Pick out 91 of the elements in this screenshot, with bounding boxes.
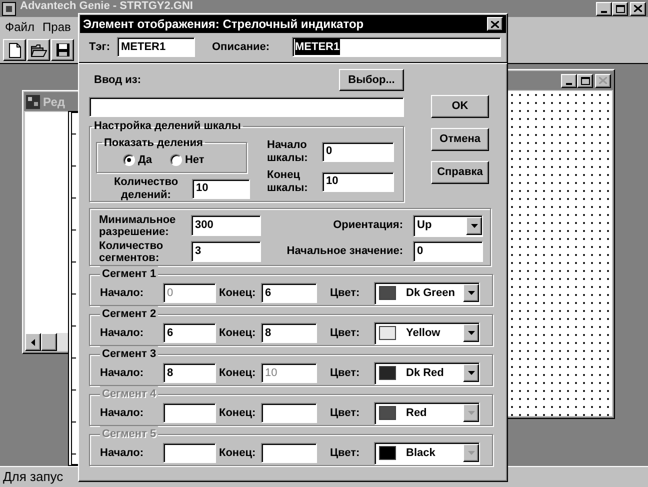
text-field[interactable]: 6 <box>261 283 317 303</box>
maximize-icon <box>580 76 590 84</box>
dropdown-arrow-icon <box>468 411 474 415</box>
field-label: Количество делений: <box>112 176 180 202</box>
text-field[interactable]: METER1 <box>292 37 501 57</box>
scroll-left-button[interactable] <box>25 333 41 351</box>
minimize-button[interactable] <box>561 74 577 88</box>
left-arrow-icon <box>31 338 35 346</box>
text-field[interactable]: 8 <box>261 323 317 343</box>
field-label: Начало шкалы: <box>267 138 309 164</box>
radio-button[interactable]: Да <box>123 152 152 168</box>
toolbar-button[interactable] <box>27 39 50 61</box>
text-field[interactable]: 8 <box>163 363 216 383</box>
field-label: Ориентация: <box>332 218 404 234</box>
status-text: Для запус <box>3 468 64 486</box>
radio-indicator[interactable] <box>123 154 135 166</box>
field-label: Начало: <box>100 406 145 421</box>
field-label: Количество сегментов: <box>99 240 164 264</box>
text-field[interactable]: 10 <box>322 172 394 192</box>
field-label: Начало: <box>100 446 145 461</box>
field-label: Начальное значение: <box>286 244 404 260</box>
field-label: Минимальное разрешение: <box>99 214 177 238</box>
text-field[interactable]: 0 <box>413 241 483 262</box>
dropdown-arrow-icon <box>468 371 474 375</box>
menu-item[interactable]: Файл <box>5 18 35 36</box>
text-field[interactable] <box>261 403 317 423</box>
toolbar-button[interactable] <box>51 39 74 61</box>
dialog-button[interactable]: Справка <box>431 161 489 184</box>
maximize-icon <box>616 4 624 12</box>
field-label: Ввод из: <box>94 72 142 88</box>
text-field[interactable]: 300 <box>191 215 261 236</box>
window-title: Ред <box>43 94 65 110</box>
dropdown-arrow-icon <box>468 291 474 295</box>
radio-button[interactable]: Нет <box>170 152 204 168</box>
field-label: Цвет: <box>330 366 361 381</box>
dropdown-arrow-icon <box>468 331 474 335</box>
minimize-button[interactable] <box>596 2 612 16</box>
close-icon <box>634 5 642 12</box>
dialog-button[interactable]: OK <box>431 95 489 118</box>
field-label: Конец: <box>218 446 257 461</box>
close-button[interactable] <box>630 2 646 16</box>
minimize-icon <box>566 82 572 84</box>
field-label: Конец: <box>218 406 257 421</box>
app-icon <box>26 94 40 108</box>
new-file-icon <box>8 42 20 58</box>
text-field[interactable]: 10 <box>192 178 250 198</box>
group-title: Показать деления <box>103 136 204 150</box>
color-dropdown[interactable]: Dk Green <box>374 282 480 304</box>
field-label: Конец: <box>218 286 257 301</box>
field-label: Описание: <box>212 40 271 55</box>
radio-indicator[interactable] <box>170 154 182 166</box>
text-field[interactable]: 3 <box>191 241 261 262</box>
menu-item[interactable]: Прав <box>42 18 71 36</box>
field-label: Конец: <box>218 326 257 341</box>
field-label: Тэг: <box>89 40 112 55</box>
dropdown-arrow-icon <box>468 451 474 455</box>
text-field[interactable] <box>261 443 317 463</box>
field-label: Цвет: <box>330 326 361 341</box>
browse-button[interactable]: Выбор... <box>339 69 404 91</box>
field-label: Цвет: <box>330 406 361 421</box>
group-title: Настройка делений шкалы <box>93 119 242 134</box>
input-field[interactable] <box>89 97 404 117</box>
scroll-thumb[interactable] <box>41 333 57 351</box>
field-label: Начало: <box>100 366 145 381</box>
color-dropdown[interactable]: Dk Red <box>374 362 480 384</box>
dialog-button[interactable]: Отмена <box>431 128 489 151</box>
folder-icon <box>30 44 46 56</box>
color-dropdown[interactable]: Yellow <box>374 322 480 344</box>
maximize-button[interactable] <box>577 74 593 88</box>
close-button[interactable] <box>595 74 611 88</box>
text-field[interactable]: 6 <box>163 323 216 343</box>
field-label: Конец шкалы: <box>267 168 309 194</box>
window-title: Advantech Genie - STRTGY2.GNI <box>20 0 193 12</box>
toolbar-button[interactable] <box>3 39 26 61</box>
app-icon <box>2 2 16 16</box>
field-label: Цвет: <box>330 286 361 301</box>
field-label: Цвет: <box>330 446 361 461</box>
text-field[interactable]: METER1 <box>117 37 195 57</box>
dialog-title: Элемент отображения: Стрелочный индикатор <box>83 16 364 33</box>
close-icon <box>491 20 499 28</box>
field-label: Конец: <box>218 366 257 381</box>
maximize-button[interactable] <box>612 2 628 16</box>
minimize-icon <box>601 10 607 12</box>
text-field[interactable] <box>163 403 216 423</box>
orientation-dropdown[interactable]: Up <box>413 214 483 236</box>
field-label: Начало: <box>100 286 145 301</box>
field-label: Начало: <box>100 326 145 341</box>
text-field[interactable]: 0 <box>322 142 394 162</box>
text-field[interactable] <box>163 443 216 463</box>
close-button[interactable] <box>487 17 503 31</box>
dropdown-arrow-icon <box>470 224 478 228</box>
